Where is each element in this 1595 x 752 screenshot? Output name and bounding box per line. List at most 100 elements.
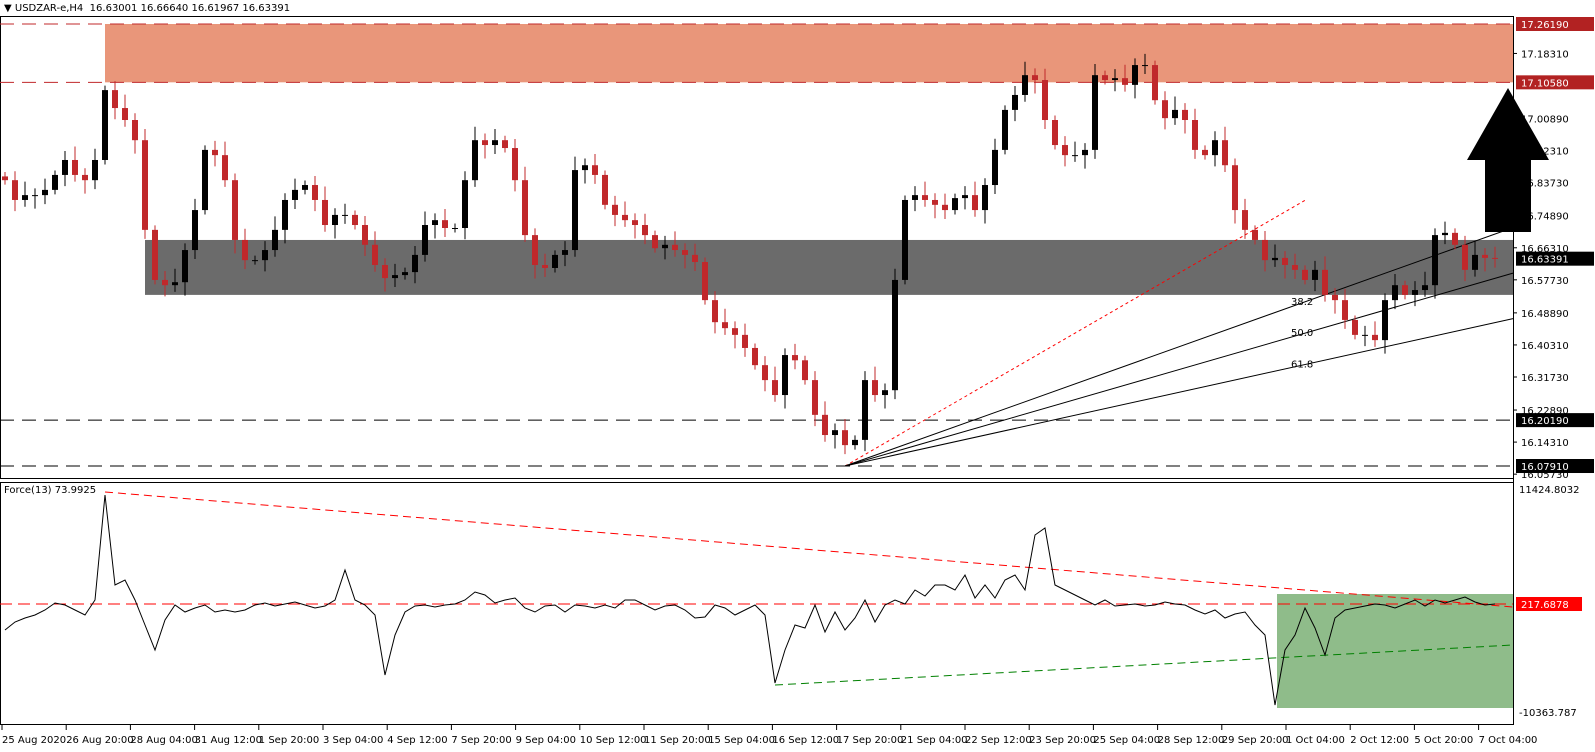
up-arrow-icon	[1467, 88, 1549, 232]
bear-candle	[502, 140, 508, 149]
bear-candle	[1232, 165, 1238, 211]
open-value: 16.63001	[89, 3, 138, 14]
bull-candle	[852, 439, 858, 446]
bull-candle	[912, 195, 918, 200]
price-level-label: 17.26190	[1521, 20, 1569, 31]
bear-candle	[122, 108, 128, 121]
force-line	[4, 494, 1496, 706]
high-value: 16.66640	[140, 3, 189, 14]
bear-candle	[942, 204, 948, 211]
bear-candle	[1102, 75, 1108, 81]
bull-candle	[332, 214, 338, 226]
bull-candle	[42, 189, 48, 196]
bear-candle	[112, 90, 118, 109]
current-price-label: 16.63391	[1521, 255, 1569, 266]
bear-candle	[542, 264, 548, 268]
bull-candle	[22, 195, 28, 200]
bear-candle	[382, 264, 388, 279]
bull-candle	[412, 254, 418, 273]
bull-candle	[1442, 232, 1448, 236]
bear-candle	[312, 185, 318, 200]
chart-canvas: 38.2 50.0 61.8 17.18310 17.00890 16.92310 16.8…	[0, 16, 1594, 746]
bull-candle	[892, 279, 898, 391]
symbol-label: USDZAR-e,H4	[14, 3, 84, 14]
bull-candle	[552, 254, 558, 268]
bear-candle	[822, 414, 828, 436]
bear-candle	[842, 430, 848, 446]
fib-fan-label: 50.0	[1291, 328, 1313, 339]
force-green-zone	[1277, 594, 1513, 708]
bear-candle	[682, 250, 688, 255]
bear-candle	[622, 214, 628, 221]
bull-candle	[1272, 257, 1278, 261]
bear-candle	[1352, 319, 1358, 335]
price-axis-label: 16.74890	[1521, 212, 1569, 223]
time-axis-label: 2 Oct 12:00	[1350, 735, 1409, 746]
bear-candle	[1242, 210, 1248, 230]
bear-candle	[812, 380, 818, 415]
bear-candle	[212, 149, 218, 156]
force-level-label: 217.6878	[1521, 600, 1569, 611]
bull-candle	[862, 380, 868, 440]
time-axis-label: 1 Sep 20:00	[259, 735, 319, 746]
bull-candle	[1432, 235, 1438, 286]
bear-candle	[1042, 80, 1048, 121]
bear-candle	[602, 174, 608, 205]
bear-candle	[972, 195, 978, 211]
time-axis-label: 26 Aug 20:00	[66, 735, 133, 746]
bull-candle	[572, 170, 578, 251]
bull-candle	[1002, 109, 1008, 150]
bull-candle	[1072, 155, 1078, 157]
price-axis-label: 17.18310	[1521, 49, 1569, 60]
bear-candle	[132, 120, 138, 141]
bull-candle	[342, 214, 348, 216]
bull-candle	[1142, 65, 1148, 67]
force-axis-bottom: -10363.787	[1519, 708, 1577, 719]
time-axis-label: 5 Oct 20:00	[1414, 735, 1473, 746]
bear-candle	[1162, 100, 1168, 119]
bear-candle	[612, 204, 618, 215]
bull-candle	[462, 180, 468, 229]
bear-candle	[1292, 264, 1298, 270]
bull-candle	[392, 275, 398, 279]
price-axis-label: 16.31730	[1521, 373, 1569, 384]
bull-candle	[302, 185, 308, 190]
bull-candle	[962, 195, 968, 199]
bear-candle	[872, 380, 878, 396]
menu-triangle-icon[interactable]: ▼	[4, 3, 15, 14]
bull-candle	[402, 272, 408, 276]
bear-candle	[1282, 257, 1288, 265]
price-axis-label: 16.92310	[1521, 147, 1569, 158]
bull-candle	[952, 198, 958, 211]
bear-candle	[1342, 300, 1348, 320]
time-axis-label: 3 Sep 04:00	[323, 735, 383, 746]
fib-fan-line	[844, 272, 1514, 467]
bear-candle	[532, 235, 538, 265]
time-axis-label: 7 Sep 20:00	[451, 735, 511, 746]
bear-candle	[732, 328, 738, 335]
time-axis-label: 15 Sep 04:00	[708, 735, 775, 746]
bull-candle	[782, 355, 788, 396]
time-axis-label: 4 Sep 12:00	[387, 735, 447, 746]
bear-candle	[482, 140, 488, 146]
bear-candle	[1252, 229, 1258, 240]
time-axis-label: 7 Oct 04:00	[1479, 735, 1538, 746]
bull-candle	[1022, 75, 1028, 95]
price-axis-label: 16.48890	[1521, 309, 1569, 320]
bull-candle	[1112, 78, 1118, 81]
bear-candle	[1062, 145, 1068, 156]
bear-candle	[922, 195, 928, 200]
bear-candle	[442, 220, 448, 229]
bear-candle	[932, 199, 938, 205]
time-axis-label: 11 Sep 20:00	[644, 735, 711, 746]
bear-candle	[632, 220, 638, 226]
price-axis-label: 17.00890	[1521, 115, 1569, 126]
price-level-label: 16.07910	[1521, 462, 1569, 473]
bear-candle	[1452, 232, 1458, 245]
time-axis-label: 31 Aug 12:00	[195, 735, 262, 746]
bear-candle	[792, 355, 798, 361]
bull-candle	[1362, 334, 1368, 336]
time-axis-label: 21 Sep 04:00	[901, 735, 968, 746]
bear-candle	[692, 254, 698, 263]
time-axis-label: 28 Aug 04:00	[130, 735, 197, 746]
